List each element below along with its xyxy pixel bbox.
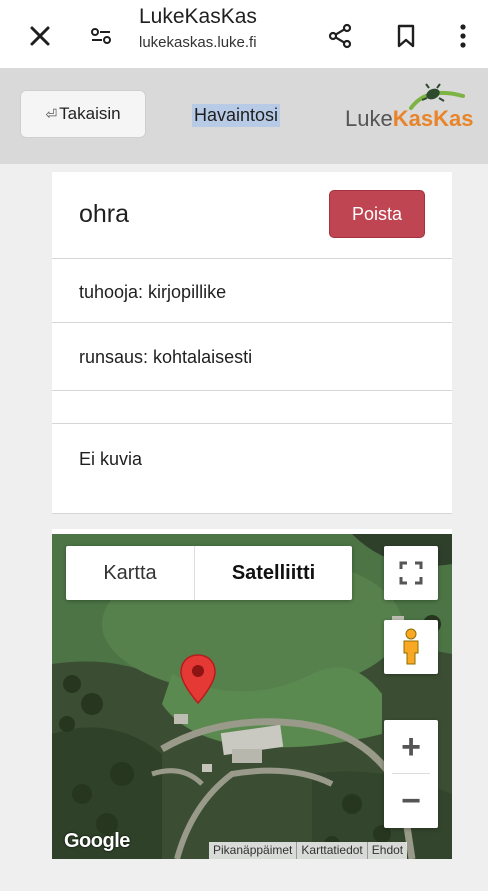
observation-card: ohra Poista tuhooja: kirjopillike runsau…: [52, 172, 452, 514]
app-header: ⏎ Takaisin Havaintosi LukeKasKas: [0, 68, 488, 164]
close-icon[interactable]: [24, 20, 56, 52]
pest-text: tuhooja: kirjopillike: [79, 282, 227, 302]
zoom-divider: [392, 773, 430, 774]
back-label: Takaisin: [59, 104, 121, 123]
return-icon: ⏎: [45, 105, 58, 122]
fullscreen-icon: [399, 561, 423, 585]
pest-row: tuhooja: kirjopillike: [52, 259, 452, 323]
map-type-control: Kartta Satelliitti: [66, 546, 352, 600]
logo-luke: Luke: [345, 106, 393, 131]
browser-url[interactable]: lukekaskas.luke.fi: [139, 34, 257, 51]
zoom-in-button[interactable]: +: [384, 720, 438, 774]
site-settings-icon[interactable]: [85, 20, 117, 52]
fullscreen-button[interactable]: [384, 546, 438, 600]
map-type-map-button[interactable]: Kartta: [66, 546, 195, 600]
zoom-control: + −: [384, 720, 438, 828]
abundance-row: runsaus: kohtalaisesti: [52, 323, 452, 391]
map-type-satellite-button[interactable]: Satelliitti: [195, 546, 352, 600]
share-icon[interactable]: [322, 18, 358, 54]
logo-kaskas: KasKas: [392, 106, 474, 131]
logo-text: LukeKasKas: [345, 106, 473, 132]
browser-page-title: LukeKasKas: [139, 5, 257, 28]
keyboard-shortcuts-link[interactable]: Pikanäppäimet: [209, 842, 296, 859]
images-row: Ei kuvia: [52, 424, 452, 514]
delete-button[interactable]: Poista: [329, 190, 425, 238]
street-view-button[interactable]: [384, 620, 438, 674]
map-footer-links: Pikanäppäimet Karttatiedot Ehdot: [209, 842, 408, 859]
pegman-icon: [403, 628, 419, 665]
abundance-text: runsaus: kohtalaisesti: [79, 347, 253, 367]
browser-toolbar: LukeKasKas lukekaskas.luke.fi: [0, 0, 488, 68]
map-data-link[interactable]: Karttatiedot: [296, 842, 366, 859]
terms-link[interactable]: Ehdot: [366, 842, 407, 859]
bookmark-icon[interactable]: [388, 18, 424, 54]
plant-name: ohra: [79, 200, 130, 228]
more-vert-icon[interactable]: [448, 18, 478, 54]
satellite-map[interactable]: Kartta Satelliitti + − Google Pikanäppäi…: [52, 534, 452, 859]
back-button[interactable]: ⏎ Takaisin: [20, 90, 146, 138]
no-images-text: Ei kuvia: [79, 449, 143, 469]
zoom-out-button[interactable]: −: [384, 774, 438, 828]
lukekaskas-logo: LukeKasKas: [345, 82, 477, 138]
page-title: Havaintosi: [192, 104, 281, 127]
map-container: Kartta Satelliitti + − Google Pikanäppäi…: [52, 529, 452, 859]
location-pin-icon[interactable]: [178, 653, 218, 705]
google-logo[interactable]: Google: [64, 830, 130, 853]
observation-header-row: ohra Poista: [52, 172, 452, 259]
empty-row: [52, 391, 452, 424]
